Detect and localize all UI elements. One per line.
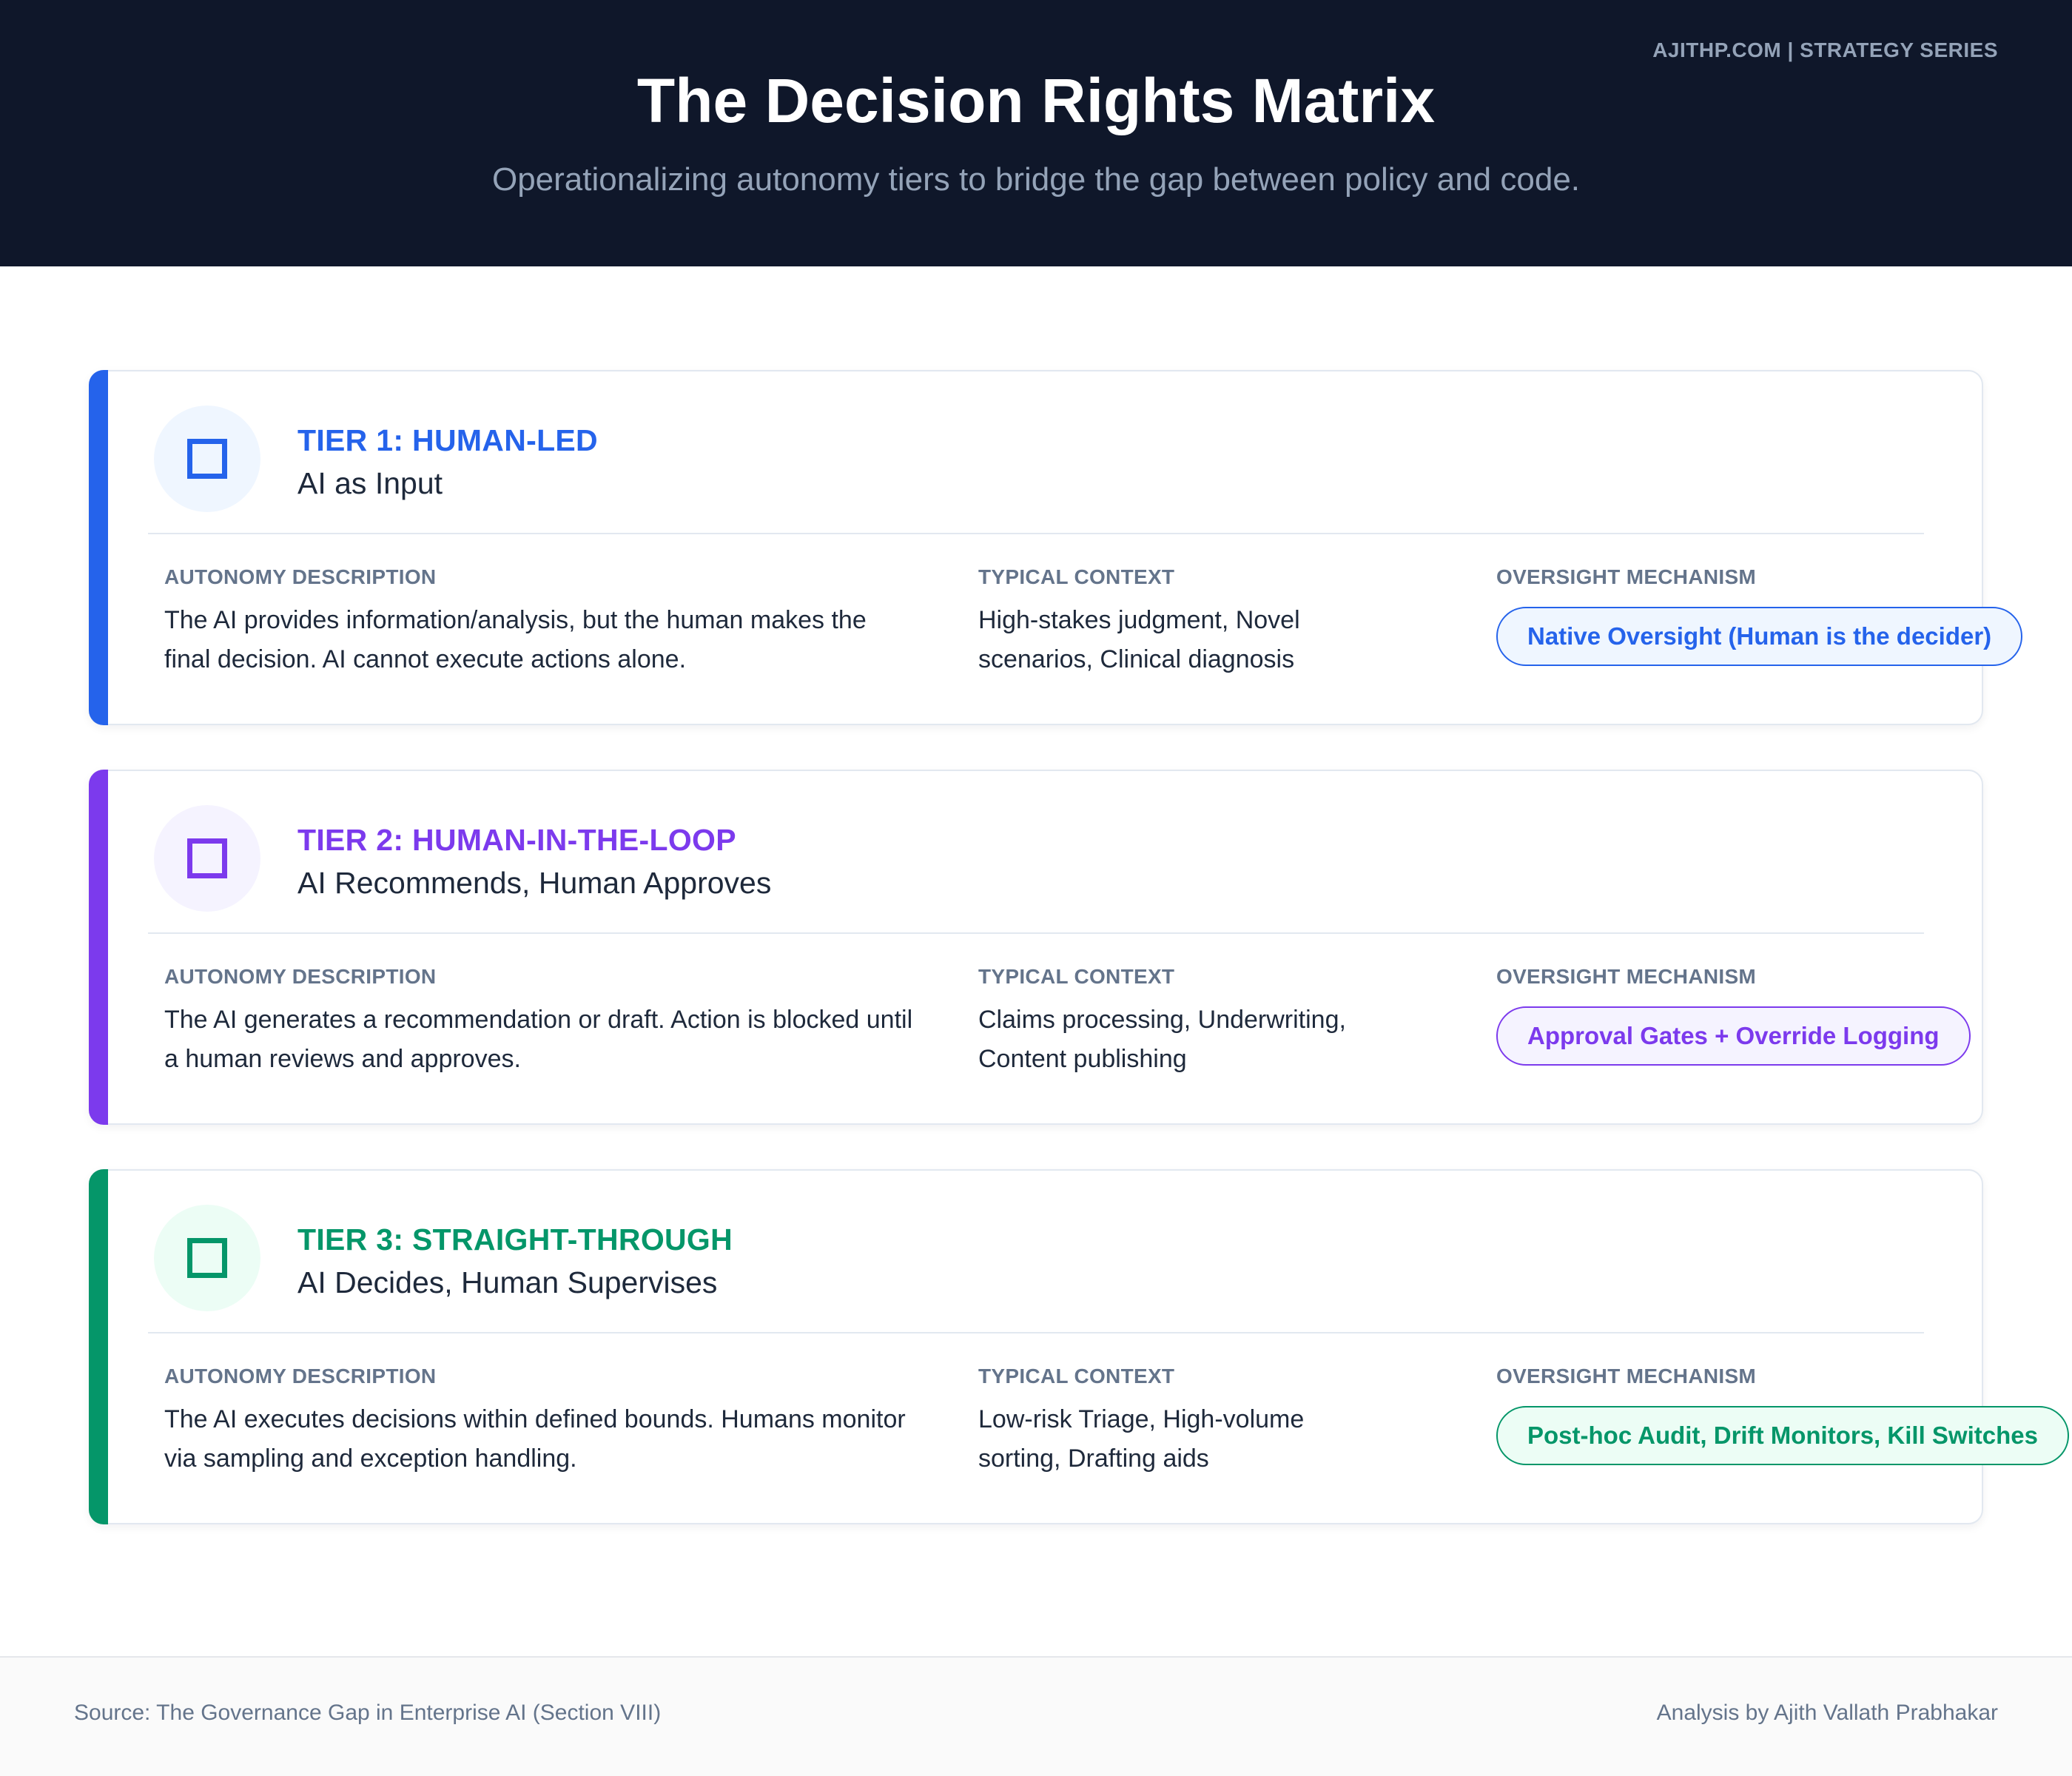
autonomy-description: The AI generates a recommendation or dra…	[164, 1006, 913, 1073]
header: AJITHP.COM | STRATEGY SERIES The Decisio…	[0, 0, 2072, 266]
autonomy-description: The AI executes decisions within defined…	[164, 1405, 906, 1473]
tier-title: TIER 1: HUMAN-LED	[297, 423, 598, 457]
autonomy-description-label: AUTONOMY DESCRIPTION	[164, 565, 437, 588]
typical-context-label: TYPICAL CONTEXT	[978, 1365, 1175, 1388]
autonomy-description: The AI provides information/analysis, bu…	[164, 606, 867, 673]
autonomy-description-label: AUTONOMY DESCRIPTION	[164, 965, 437, 988]
tier-icon-badge	[154, 805, 260, 912]
divider	[148, 932, 1924, 934]
oversight-mechanism-label: OVERSIGHT MECHANISM	[1496, 565, 1757, 588]
oversight-mechanism-label: OVERSIGHT MECHANISM	[1496, 1365, 1757, 1388]
typical-context: High-stakes judgment, Novel scenarios, C…	[978, 606, 1300, 673]
oversight-badge: Approval Gates + Override Logging	[1496, 1006, 1971, 1066]
tier-accent-bar	[89, 370, 108, 725]
tier-subtitle: AI as Input	[297, 466, 443, 500]
source-citation: Source: The Governance Gap in Enterprise…	[74, 1701, 662, 1725]
page-title: The Decision Rights Matrix	[636, 66, 1436, 135]
tier-accent-bar	[89, 1169, 108, 1524]
tier-card: TIER 1: HUMAN-LED AI as Input AUTONOMY D…	[89, 370, 2023, 725]
brand-label[interactable]: AJITHP.COM | STRATEGY SERIES	[1652, 38, 1998, 62]
tier-subtitle: AI Decides, Human Supervises	[297, 1265, 718, 1299]
oversight-badge: Native Oversight (Human is the decider)	[1496, 607, 2023, 666]
tier-title: TIER 3: STRAIGHT-THROUGH	[297, 1222, 733, 1257]
tier-title: TIER 2: HUMAN-IN-THE-LOOP	[297, 823, 736, 857]
oversight-badge: Post-hoc Audit, Drift Monitors, Kill Swi…	[1496, 1406, 2069, 1465]
tier-icon-badge	[154, 406, 260, 512]
page-subtitle: Operationalizing autonomy tiers to bridg…	[491, 161, 1581, 198]
tier-subtitle: AI Recommends, Human Approves	[297, 866, 772, 900]
typical-context: Low-risk Triage, High-volume sorting, Dr…	[978, 1405, 1305, 1473]
square-outline-icon	[187, 838, 227, 878]
square-outline-icon	[187, 1238, 227, 1278]
typical-context-label: TYPICAL CONTEXT	[978, 965, 1175, 988]
oversight-mechanism-label: OVERSIGHT MECHANISM	[1496, 965, 1757, 988]
tier-card: TIER 3: STRAIGHT-THROUGH AI Decides, Hum…	[89, 1169, 2069, 1524]
tier-icon-badge	[154, 1205, 260, 1311]
typical-context-label: TYPICAL CONTEXT	[978, 565, 1175, 588]
tier-accent-bar	[89, 770, 108, 1125]
square-outline-icon	[187, 439, 227, 479]
divider	[148, 533, 1924, 534]
autonomy-description-label: AUTONOMY DESCRIPTION	[164, 1365, 437, 1388]
divider	[148, 1332, 1924, 1333]
typical-context: Claims processing, Underwriting, Content…	[978, 1006, 1346, 1073]
footer: Source: The Governance Gap in Enterprise…	[0, 1656, 2072, 1776]
author-credit: Analysis by Ajith Vallath Prabhakar	[1656, 1701, 1998, 1725]
tier-card: TIER 2: HUMAN-IN-THE-LOOP AI Recommends,…	[89, 770, 1983, 1125]
